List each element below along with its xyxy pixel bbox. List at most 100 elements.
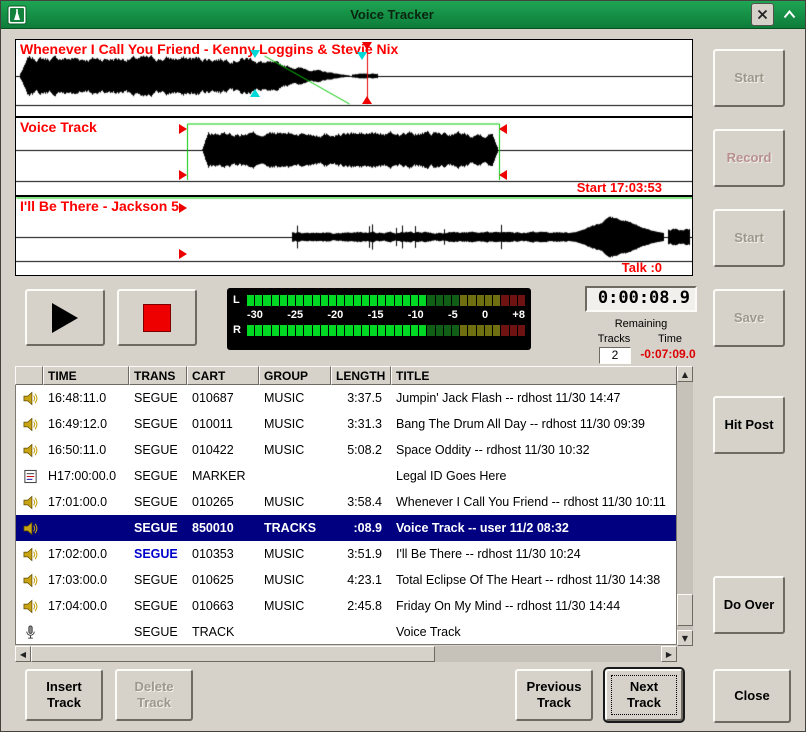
scroll-left-button[interactable]: ◀ (15, 646, 31, 662)
row-trans: SEGUE (130, 391, 188, 405)
col-cart[interactable]: CART (187, 366, 259, 385)
remaining-label: Remaining (585, 318, 697, 330)
delete-track-label: Delete Track (122, 679, 186, 712)
close-window-button[interactable] (751, 3, 774, 26)
scale-tick: +8 (512, 309, 525, 321)
record-button[interactable]: Record (713, 129, 785, 187)
row-group: MUSIC (260, 495, 332, 509)
log-row[interactable]: H17:00:00.0 SEGUE MARKER Legal ID Goes H… (16, 463, 676, 489)
row-trans: SEGUE (130, 443, 188, 457)
start-button-top[interactable]: Start (713, 49, 785, 107)
end-marker[interactable] (499, 170, 507, 180)
col-time[interactable]: TIME (43, 366, 129, 385)
row-group: MUSIC (260, 599, 332, 613)
play-button[interactable] (25, 289, 105, 346)
col-group[interactable]: GROUP (259, 366, 331, 385)
speaker-icon (23, 573, 38, 588)
row-icon-cell (16, 573, 44, 588)
end-marker[interactable] (362, 42, 372, 50)
row-title: Jumpin' Jack Flash -- rdhost 11/30 14:47 (392, 391, 676, 405)
log-row[interactable]: 16:50:11.0 SEGUE 010422 MUSIC 5:08.2 Spa… (16, 437, 676, 463)
row-trans: SEGUE (130, 521, 188, 535)
row-cart: 010663 (188, 599, 260, 613)
row-group: MUSIC (260, 573, 332, 587)
segue-marker[interactable] (250, 50, 260, 58)
waveform-track-next-song[interactable]: I'll Be There - Jackson 5 Talk :0 (15, 196, 693, 276)
track-title: Voice Track (20, 119, 97, 135)
row-time: 16:50:11.0 (44, 443, 130, 457)
row-trans: SEGUE (130, 573, 188, 587)
meter-right-label: R (233, 324, 245, 336)
col-icon[interactable] (15, 366, 43, 385)
log-row[interactable]: 17:03:00.0 SEGUE 010625 MUSIC 4:23.1 Tot… (16, 567, 676, 593)
col-trans[interactable]: TRANS (129, 366, 187, 385)
row-cart: 010687 (188, 391, 260, 405)
log-row[interactable]: 17:02:00.0 SEGUE 010353 MUSIC 3:51.9 I'l… (16, 541, 676, 567)
log-row[interactable]: 17:01:00.0 SEGUE 010265 MUSIC 3:58.4 Whe… (16, 489, 676, 515)
hit-post-button[interactable]: Hit Post (713, 396, 785, 454)
row-time: 16:49:12.0 (44, 417, 130, 431)
start-marker[interactable] (179, 203, 187, 213)
delete-track-button[interactable]: Delete Track (115, 669, 193, 721)
row-title: Total Eclipse Of The Heart -- rdhost 11/… (392, 573, 676, 587)
note-icon (23, 469, 38, 484)
row-length: 3:37.5 (332, 391, 392, 405)
row-icon-cell (16, 521, 44, 536)
row-title: Friday On My Mind -- rdhost 11/30 14:44 (392, 599, 676, 613)
row-trans: SEGUE (130, 547, 188, 561)
scale-tick: -15 (368, 309, 384, 321)
row-length: 3:51.9 (332, 547, 392, 561)
start-marker[interactable] (179, 170, 187, 180)
waveform-track-previous-song[interactable]: Whenever I Call You Friend - Kenny Loggi… (15, 39, 693, 117)
start-marker[interactable] (179, 124, 187, 134)
next-track-button[interactable]: Next Track (605, 669, 683, 721)
scroll-up-button[interactable]: ▲ (677, 366, 693, 382)
segue-marker[interactable] (357, 52, 367, 60)
vertical-scrollbar[interactable]: ▲ ▼ (677, 366, 693, 646)
titlebar: Voice Tracker (1, 1, 805, 29)
waveform-track-voice[interactable]: Voice Track Start 17:03:53 (15, 117, 693, 196)
horizontal-scrollbar[interactable]: ◀ ▶ (15, 646, 677, 662)
hit-post-label: Hit Post (717, 417, 781, 433)
row-length: 4:23.1 (332, 573, 392, 587)
row-length: :08.9 (332, 521, 392, 535)
scroll-down-button[interactable]: ▼ (677, 630, 693, 646)
col-title[interactable]: TITLE (391, 366, 677, 385)
log-row[interactable]: SEGUE 850010 TRACKS :08.9 Voice Track --… (16, 515, 676, 541)
vertical-scroll-thumb[interactable] (677, 594, 693, 626)
close-button[interactable]: Close (713, 669, 791, 723)
segue-marker[interactable] (250, 89, 260, 97)
row-icon-cell (16, 469, 44, 484)
row-time: 17:01:00.0 (44, 495, 130, 509)
window-title: Voice Tracker (33, 7, 751, 22)
end-marker[interactable] (362, 96, 372, 104)
log-row[interactable]: SEGUE TRACK Voice Track (16, 619, 676, 645)
log-row[interactable]: 16:49:12.0 SEGUE 010011 MUSIC 3:31.3 Ban… (16, 411, 676, 437)
voice-tracker-window: Voice Tracker Whenever I Call You Friend… (0, 0, 806, 732)
log-table: TIME TRANS CART GROUP LENGTH TITLE 16:48… (15, 366, 693, 663)
scale-tick: -25 (287, 309, 303, 321)
log-row[interactable]: 16:48:11.0 SEGUE 010687 MUSIC 3:37.5 Jum… (16, 385, 676, 411)
save-button[interactable]: Save (713, 289, 785, 347)
do-over-button[interactable]: Do Over (713, 576, 785, 634)
record-label: Record (717, 150, 781, 166)
row-group: MUSIC (260, 391, 332, 405)
speaker-icon (23, 417, 38, 432)
log-row[interactable]: 17:04:00.0 SEGUE 010663 MUSIC 2:45.8 Fri… (16, 593, 676, 619)
start-button-bottom[interactable]: Start (713, 209, 785, 267)
end-marker[interactable] (499, 124, 507, 134)
previous-track-button[interactable]: Previous Track (515, 669, 593, 721)
row-cart: 010353 (188, 547, 260, 561)
start-marker[interactable] (179, 249, 187, 259)
speaker-icon (23, 599, 38, 614)
scroll-right-button[interactable]: ▶ (661, 646, 677, 662)
row-trans: SEGUE (130, 625, 188, 639)
stop-button[interactable] (117, 289, 197, 346)
insert-track-button[interactable]: Insert Track (25, 669, 103, 721)
row-title: Voice Track -- user 11/2 08:32 (392, 521, 676, 535)
row-time: 17:03:00.0 (44, 573, 130, 587)
horizontal-scroll-thumb[interactable] (31, 646, 435, 662)
col-length[interactable]: LENGTH (331, 366, 391, 385)
audio-level-meter: L -30 -25 -20 -15 -10 -5 0 +8 R (227, 288, 531, 350)
shade-window-button[interactable] (779, 4, 800, 25)
